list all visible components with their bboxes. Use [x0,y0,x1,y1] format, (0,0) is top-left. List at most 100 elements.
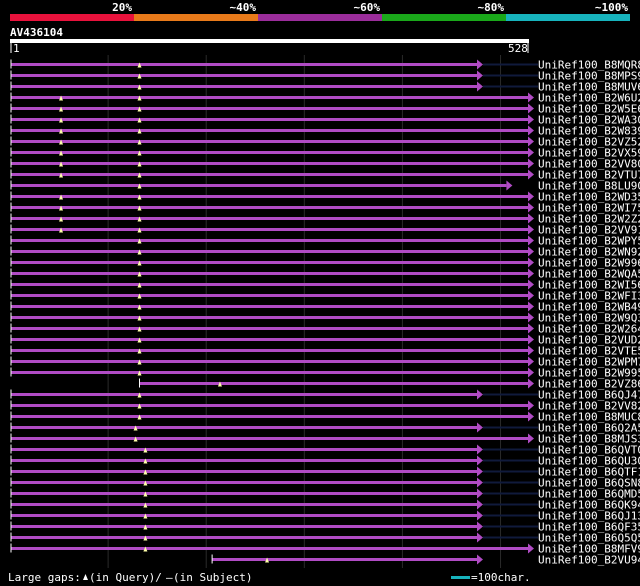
hit-end-arrow [528,323,534,334]
hit-bar [11,525,477,528]
hit-bar [11,536,477,539]
legend-segment [506,14,630,21]
hit-bar [11,85,477,88]
hit-bar [11,305,528,308]
large-gaps-label: Large gaps: [8,571,81,584]
hit-bar [11,140,528,143]
hit-bar [11,371,528,374]
hit-label: UniRef100_B2VU94 [538,554,640,567]
hit-end-arrow [506,180,513,191]
hit-bar [11,184,507,187]
hit-end-arrow [476,521,483,532]
hit-bar [11,96,528,99]
hit-end-arrow [476,477,483,488]
scale-bar [451,576,470,579]
legend-label: ~40% [230,1,257,14]
hit-bar [11,470,477,473]
hit-end-arrow [528,92,534,103]
hit-bar [11,261,528,264]
hit-end-arrow [528,367,534,378]
hit-bar [11,360,528,363]
hit-end-arrow [528,114,534,125]
hit-bar [11,162,528,165]
hit-end-arrow [528,279,534,290]
hit-list: UniRef100_B8MQR8UniRef100_B8MPS9UniRef10… [10,59,640,567]
identity-legend-labels: 20% ~40% ~60% ~80% ~100% [112,1,628,14]
hit-end-arrow [528,290,534,301]
hit-row: UniRef100_B2VU94 [211,554,640,567]
hit-end-arrow [476,389,483,400]
hit-bar [11,63,477,66]
hit-end-arrow [528,257,534,268]
hit-end-arrow [528,356,534,367]
hit-end-arrow [528,213,534,224]
hit-bar [11,459,477,462]
hit-end-arrow [476,499,483,510]
hit-bar [11,327,528,330]
query-end-label: 528 [508,42,528,55]
query-gap-label: (in Query)/ [89,571,162,584]
hit-end-arrow [476,81,483,92]
hit-bar [11,338,528,341]
legend-label: 20% [112,1,132,14]
query-start-label: 1 [13,42,20,55]
legend-segment [258,14,382,21]
hit-bar [11,437,528,440]
hit-end-arrow [528,301,534,312]
hit-bar [11,426,477,429]
legend-segment [382,14,506,21]
query-name: AV436104 [10,26,63,39]
hit-end-arrow [476,70,483,81]
subject-gap-dash: – [166,571,173,584]
hit-bar [11,547,528,550]
hit-bar [11,393,477,396]
hit-bar [11,514,477,517]
hit-bar [11,349,528,352]
hit-bar [11,481,477,484]
identity-legend-bar [10,14,630,21]
hit-end-arrow [528,191,534,202]
hit-bar [11,250,528,253]
hit-end-arrow [528,224,534,235]
hit-bar [11,283,528,286]
hit-end-arrow [476,554,483,565]
alignment-graphic: 20% ~40% ~60% ~80% ~100% AV436104 1 528 UniR… [8,1,640,584]
hit-end-arrow [528,543,534,554]
hit-end-arrow [528,312,534,323]
legend-segment [10,14,134,21]
hit-bar [11,151,528,154]
query-bar [10,39,529,43]
subject-gap-label: (in Subject) [173,571,252,584]
hit-end-arrow [528,334,534,345]
query-gap-marker-icon [83,574,88,580]
hit-bar [11,404,528,407]
hit-bar [11,239,528,242]
legend-label: ~60% [354,1,381,14]
hit-end-arrow [476,422,483,433]
hit-end-arrow [528,411,534,422]
hit-end-arrow [476,510,483,521]
hit-bar [11,217,528,220]
hit-bar [11,74,477,77]
hit-bar [212,558,477,561]
legend-label: ~100% [595,1,628,14]
hit-bar [11,272,528,275]
hit-bar [11,129,528,132]
scale-label: =100char. [471,571,531,584]
hit-end-arrow [528,103,534,114]
hit-end-arrow [528,246,534,257]
hit-end-arrow [528,268,534,279]
hit-bar [11,195,528,198]
hit-end-arrow [476,59,483,70]
hit-end-arrow [528,235,534,246]
hit-bar [11,316,528,319]
hit-end-arrow [528,169,534,180]
hit-end-arrow [528,202,534,213]
hit-bar [11,228,528,231]
hit-end-arrow [528,158,534,169]
hit-bar [11,107,528,110]
hit-bar [11,492,477,495]
hit-end-arrow [528,378,534,389]
legend-segment [134,14,258,21]
hit-bar [11,294,528,297]
